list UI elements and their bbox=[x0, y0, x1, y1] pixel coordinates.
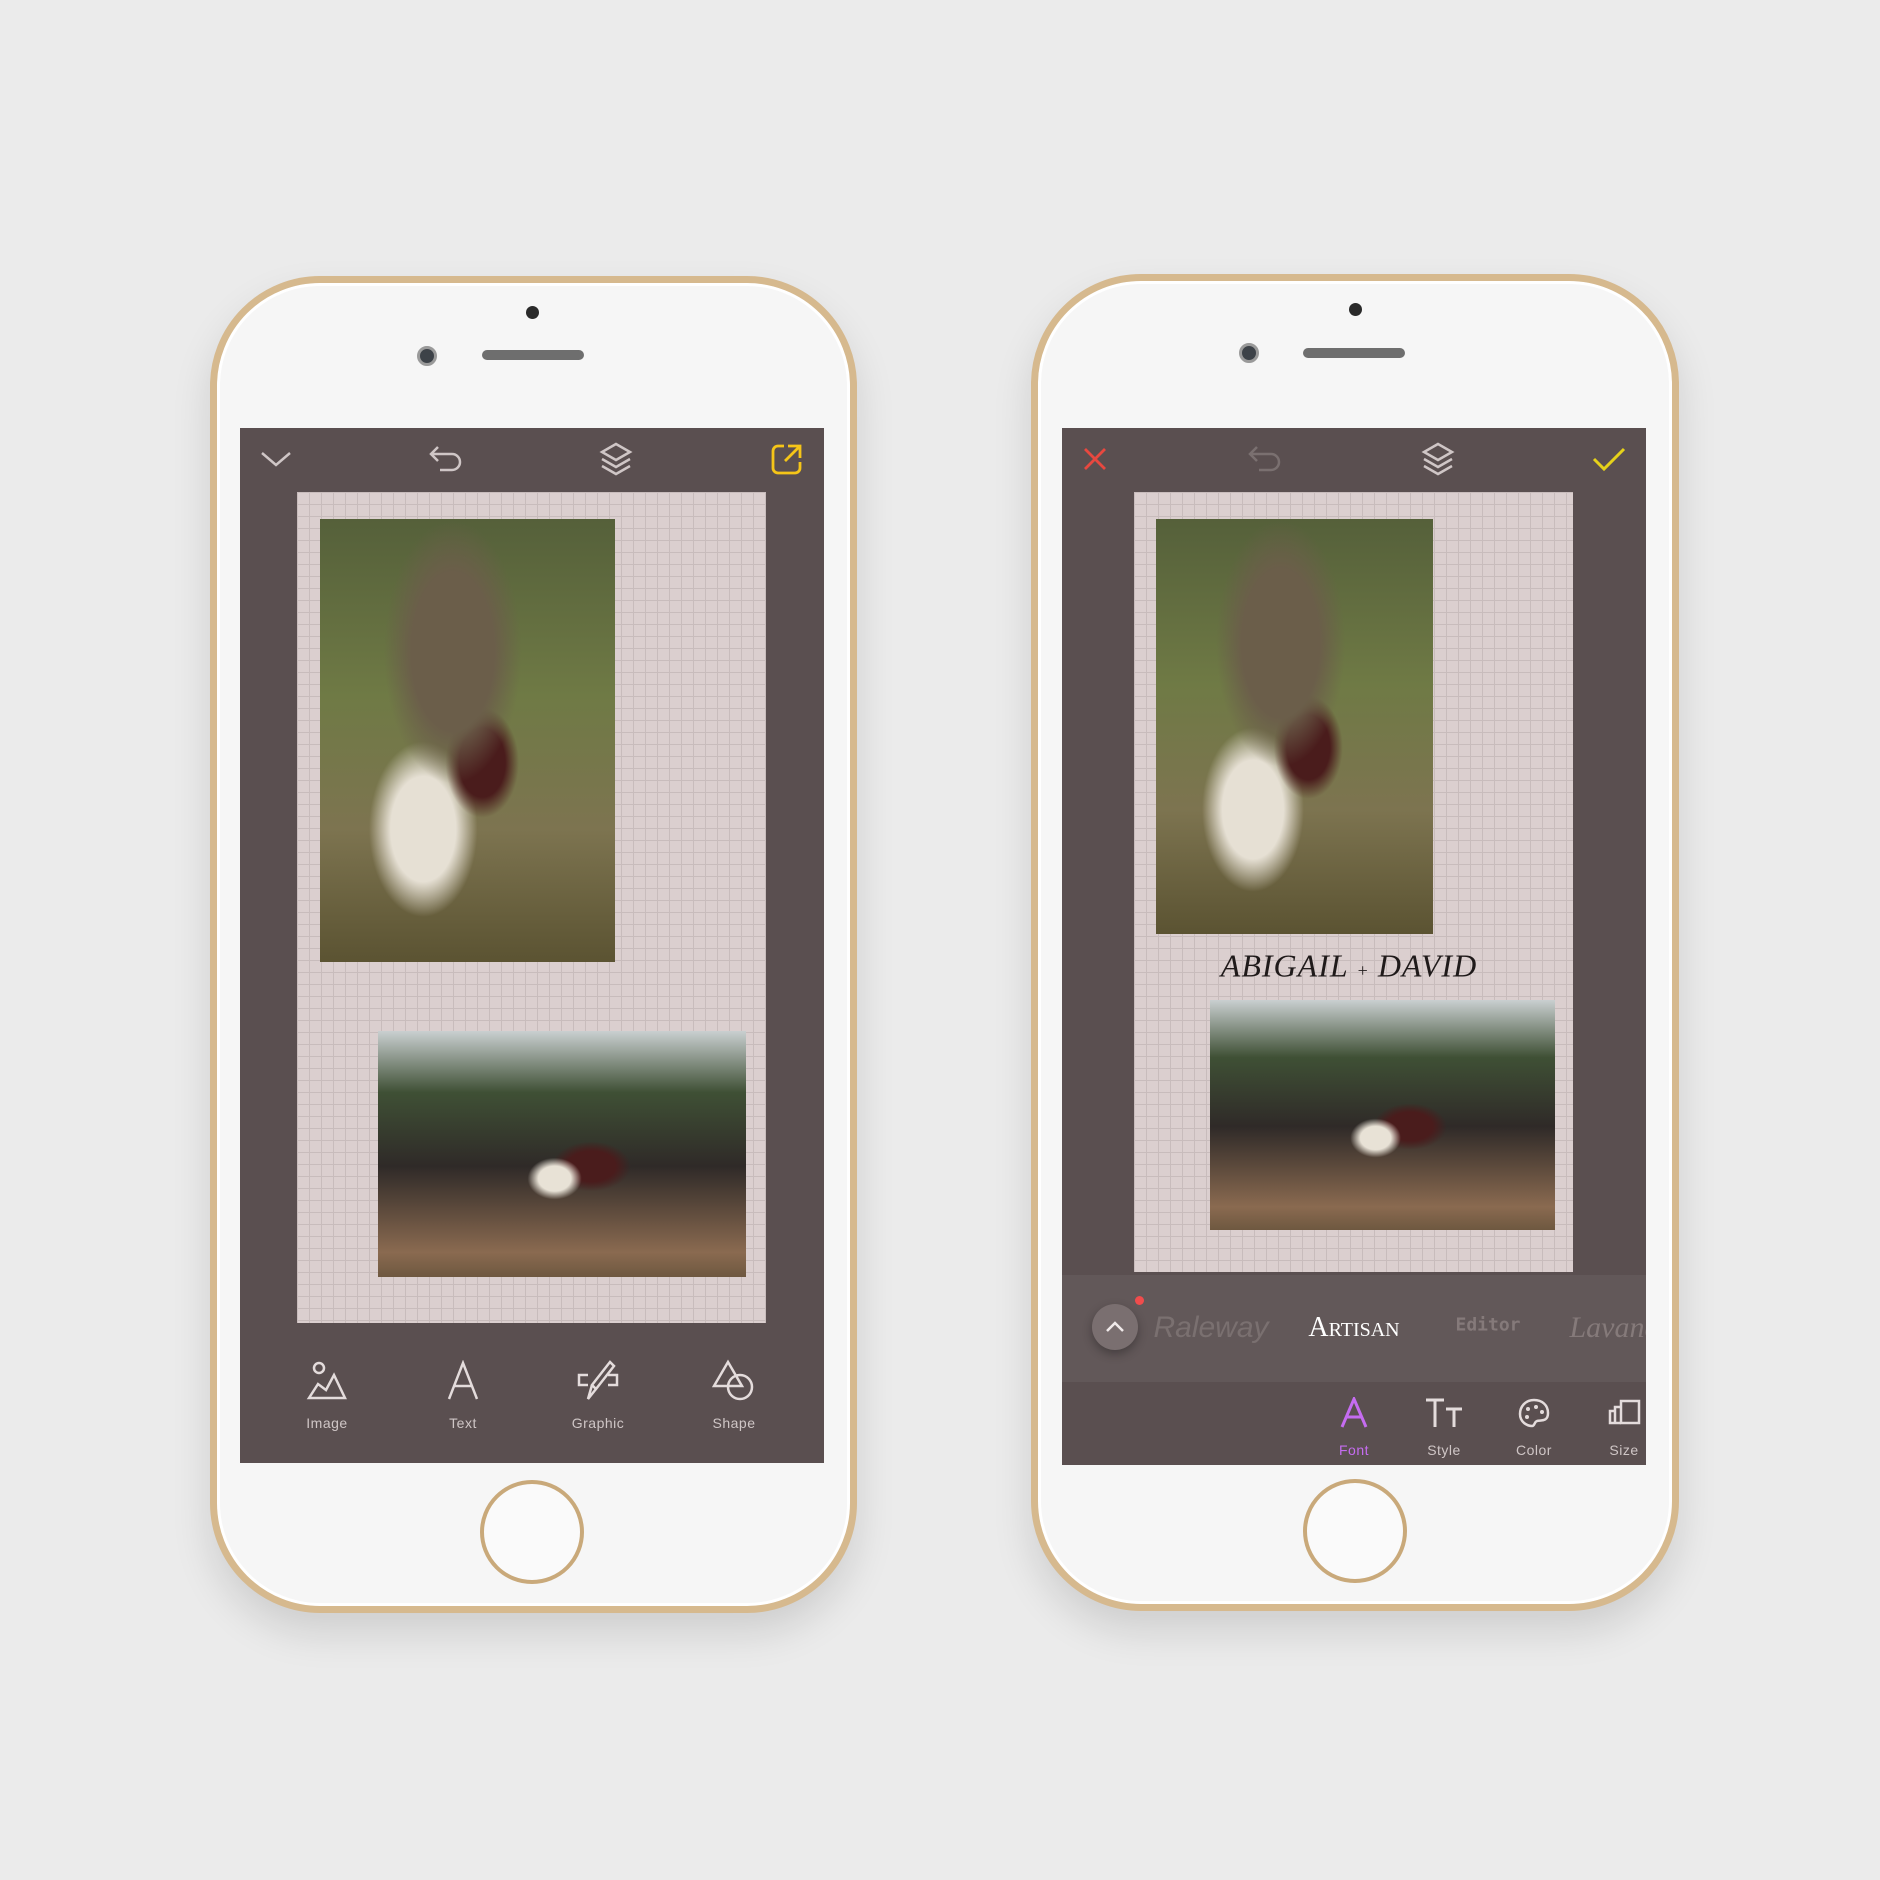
couple-photo[interactable] bbox=[1156, 519, 1433, 934]
tab-label: Size bbox=[1609, 1442, 1639, 1458]
toolbar-label: Graphic bbox=[571, 1415, 625, 1431]
image-icon bbox=[306, 1361, 347, 1400]
toolbar-label: Text bbox=[449, 1415, 477, 1431]
toolbar-label: Image bbox=[306, 1415, 348, 1431]
font-option-artisan[interactable]: Artisan bbox=[1308, 1312, 1399, 1344]
title-right: DAVID bbox=[1377, 947, 1478, 984]
tab-label: Font bbox=[1338, 1442, 1370, 1458]
tab-label: Style bbox=[1427, 1442, 1461, 1458]
design-canvas[interactable] bbox=[297, 492, 766, 1323]
title-text[interactable]: ABIGAIL + DAVID bbox=[1221, 948, 1477, 985]
front-camera bbox=[1239, 343, 1259, 363]
font-icon bbox=[1340, 1397, 1368, 1428]
sensor bbox=[526, 306, 539, 319]
font-option-lavanda[interactable]: Lavanda bbox=[1570, 1311, 1647, 1345]
couple-photo[interactable] bbox=[320, 519, 615, 962]
toolbar-label: Shape bbox=[712, 1415, 756, 1431]
title-plus: + bbox=[1357, 960, 1369, 981]
speaker bbox=[1303, 348, 1405, 358]
collapse-button[interactable] bbox=[1092, 1304, 1138, 1350]
layers-icon[interactable] bbox=[599, 441, 633, 477]
tab-label: Color bbox=[1516, 1442, 1552, 1458]
design-canvas[interactable]: ABIGAIL + DAVID bbox=[1134, 492, 1573, 1272]
right-screen: ABIGAIL + DAVID Raleway Artisan Editor L… bbox=[1062, 428, 1646, 1465]
ceremony-photo[interactable] bbox=[378, 1031, 746, 1277]
home-button[interactable] bbox=[480, 1480, 584, 1584]
chevron-up-icon bbox=[1106, 1321, 1124, 1332]
notification-dot bbox=[1135, 1296, 1144, 1305]
title-left: ABIGAIL bbox=[1220, 947, 1349, 984]
size-icon bbox=[1608, 1399, 1641, 1425]
check-icon[interactable] bbox=[1591, 445, 1627, 473]
graphic-icon bbox=[577, 1360, 619, 1400]
style-icon bbox=[1426, 1398, 1462, 1427]
close-icon[interactable] bbox=[1081, 445, 1109, 473]
shape-icon bbox=[712, 1359, 754, 1401]
palette-icon bbox=[1518, 1398, 1550, 1428]
front-camera bbox=[417, 346, 437, 366]
layers-icon[interactable] bbox=[1421, 441, 1455, 477]
left-screen: Image Text Graphic Shape bbox=[240, 428, 824, 1463]
sensor bbox=[1349, 303, 1362, 316]
home-button[interactable] bbox=[1303, 1479, 1407, 1583]
font-picker: Raleway Artisan Editor Lavanda bbox=[1062, 1275, 1646, 1382]
text-icon bbox=[447, 1360, 479, 1400]
undo-icon[interactable] bbox=[428, 443, 464, 475]
font-option-raleway[interactable]: Raleway bbox=[1153, 1311, 1268, 1345]
ceremony-photo[interactable] bbox=[1210, 1000, 1555, 1230]
speaker bbox=[482, 350, 584, 360]
share-icon[interactable] bbox=[770, 442, 804, 476]
font-option-editor[interactable]: Editor bbox=[1455, 1315, 1520, 1336]
chevron-down-icon[interactable] bbox=[259, 449, 293, 469]
undo-icon[interactable] bbox=[1247, 443, 1283, 475]
